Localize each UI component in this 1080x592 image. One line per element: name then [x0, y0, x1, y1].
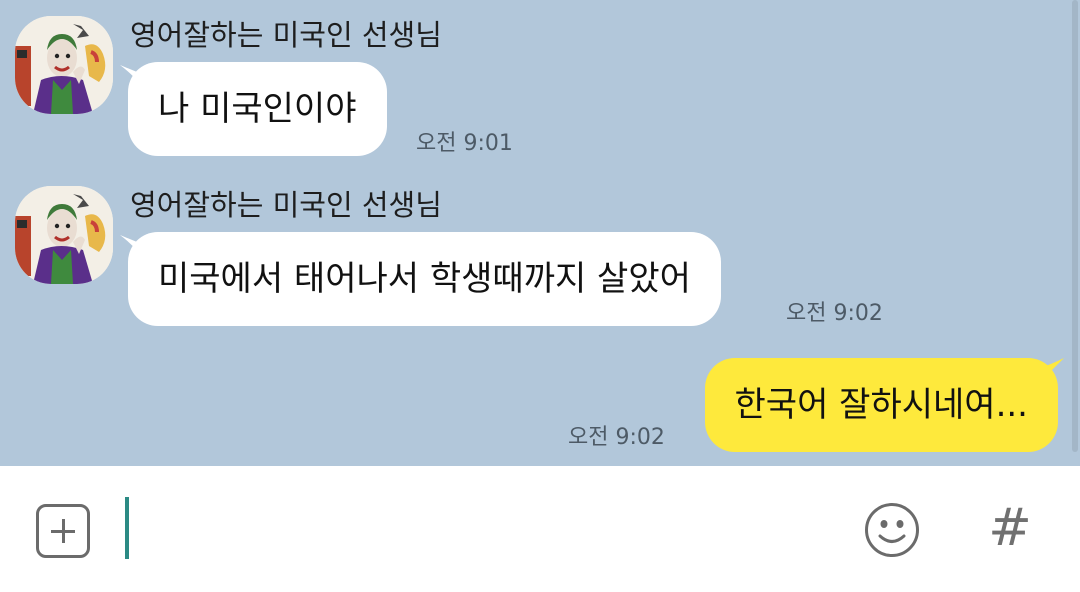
incoming-message-bubble[interactable]: 나 미국인이야	[128, 62, 387, 156]
sender-name: 영어잘하는 미국인 선생님	[130, 18, 442, 52]
incoming-message-bubble[interactable]: 미국에서 태어나서 학생때까지 살았어	[128, 232, 721, 326]
sender-avatar[interactable]	[15, 186, 113, 284]
message-timestamp: 오전 9:02	[786, 301, 883, 326]
sender-name: 영어잘하는 미국인 선생님	[130, 188, 442, 222]
joker-avatar-image	[15, 186, 113, 284]
joker-avatar-image	[15, 16, 113, 114]
message-text: 나 미국인이야	[158, 89, 357, 129]
message-timestamp: 오전 9:01	[416, 131, 513, 156]
message-input[interactable]	[120, 490, 820, 568]
outgoing-bubble-tail	[1040, 358, 1064, 382]
sender-avatar[interactable]	[15, 16, 113, 114]
smiley-face-icon[interactable]	[864, 502, 920, 558]
plus-vertical-stroke	[61, 519, 65, 543]
message-input-bar: #	[0, 466, 1080, 592]
message-text: 미국에서 태어나서 학생때까지 살았어	[158, 259, 691, 299]
outgoing-message-bubble[interactable]: 한국어 잘하시네여...	[704, 358, 1058, 452]
chat-message-area[interactable]: 영어잘하는 미국인 선생님 나 미국인이야 오전 9:01 영어잘하는 미국인 …	[0, 0, 1080, 466]
message-timestamp: 오전 9:02	[568, 425, 665, 450]
hashtag-search-button[interactable]: #	[984, 496, 1036, 560]
chat-scrollbar[interactable]	[1072, 0, 1078, 452]
text-cursor	[125, 497, 129, 559]
message-text: 한국어 잘하시네여...	[734, 385, 1028, 425]
plus-square-icon[interactable]	[36, 504, 90, 558]
